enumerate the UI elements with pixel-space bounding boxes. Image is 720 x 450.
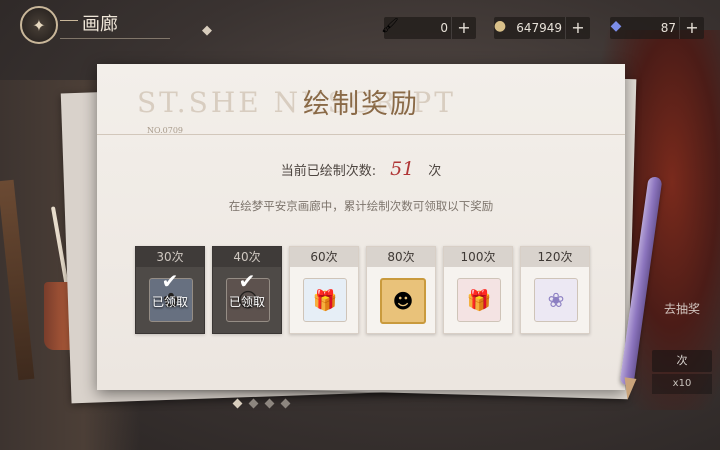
currency-paint-brush: 🖌 0 + (381, 17, 476, 39)
claimed-label: 已领取 (151, 295, 188, 309)
page-indicator (230, 398, 300, 412)
reward-card-80[interactable]: 80次 ☻ (366, 246, 436, 334)
reward-threshold: 30次 (136, 247, 204, 267)
side-draw-label[interactable]: 去抽奖 (664, 300, 700, 317)
reward-description: 在绘梦平安京画廊中，累计绘制次数可领取以下奖励 (228, 199, 494, 213)
claimed-overlay: ✔ 已领取 (213, 271, 281, 310)
currency-value: 0 (440, 21, 448, 35)
blue-gift-box-icon: 🎁 (303, 278, 347, 322)
currency-gem: ◆ 87 + (610, 17, 704, 39)
add-coin-button[interactable]: + (565, 17, 590, 39)
reward-list: 30次 ✿ ✔ 已领取 40次 ☺ ✔ 已领取 60次 🎁 80次 ☻ 100次… (135, 246, 590, 334)
document-number: NO.0709 (147, 126, 183, 135)
title-decoration (60, 20, 78, 21)
currency-value: 87 (660, 21, 676, 35)
page-title: 画廊 (82, 14, 118, 35)
page-dot[interactable] (264, 398, 275, 409)
reward-threshold: 40次 (213, 247, 281, 267)
pink-gift-box-icon: 🎁 (457, 278, 501, 322)
add-gem-button[interactable]: + (679, 17, 704, 39)
claimed-overlay: ✔ 已领取 (136, 271, 204, 310)
avatar-frame-icon: ☻ (380, 278, 426, 324)
page-title-bar: 画廊 ◆ (60, 10, 212, 39)
check-icon: ✔ (161, 269, 179, 293)
page-dot[interactable] (280, 398, 291, 409)
reward-card-40[interactable]: 40次 ☺ ✔ 已领取 (212, 246, 282, 334)
paint-brush-icon: 🖌 (381, 18, 399, 34)
claimed-label: 已领取 (228, 295, 265, 309)
draw-count-unit: 次 (428, 164, 442, 179)
page-dot[interactable] (248, 398, 259, 409)
side-draw-count[interactable]: 次 (652, 350, 712, 372)
fan-ornament-icon: ❀ (534, 278, 578, 322)
info-icon[interactable]: ◆ (202, 23, 216, 38)
currency-value: 647949 (516, 21, 562, 35)
draw-count-line: 当前已绘制次数: 51 次 (97, 158, 625, 180)
reward-card-30[interactable]: 30次 ✿ ✔ 已领取 (135, 246, 205, 334)
currency-coin: ● 647949 + (494, 17, 590, 39)
draw-count-value: 51 (390, 158, 415, 180)
reward-card-120[interactable]: 120次 ❀ (520, 246, 590, 334)
reward-threshold: 80次 (367, 247, 435, 267)
panel-title: 绘制奖励 (303, 89, 419, 120)
reward-card-60[interactable]: 60次 🎁 (289, 246, 359, 334)
side-draw-multiplier[interactable]: x10 (652, 374, 712, 394)
panel-header: ST.SHE NUSCRIPT 绘制奖励 NO.0709 (97, 64, 625, 135)
reward-threshold: 120次 (521, 247, 589, 267)
top-bar: ✦ 画廊 ◆ 🖌 0 + ● 647949 + ◆ 87 + (0, 0, 720, 52)
gem-icon: ◆ (610, 18, 622, 34)
reward-threshold: 100次 (444, 247, 512, 267)
reward-card-100[interactable]: 100次 🎁 (443, 246, 513, 334)
reward-threshold: 60次 (290, 247, 358, 267)
draw-count-label: 当前已绘制次数: (280, 164, 377, 179)
check-icon: ✔ (238, 269, 256, 293)
home-emblem-icon: ✦ (32, 15, 46, 35)
page-dot[interactable] (232, 398, 243, 409)
home-button[interactable]: ✦ (20, 6, 58, 44)
draw-rewards-panel: ST.SHE NUSCRIPT 绘制奖励 NO.0709 当前已绘制次数: 51 次… (97, 64, 625, 390)
add-paint-brush-button[interactable]: + (451, 17, 476, 39)
coin-icon: ● (493, 18, 507, 34)
